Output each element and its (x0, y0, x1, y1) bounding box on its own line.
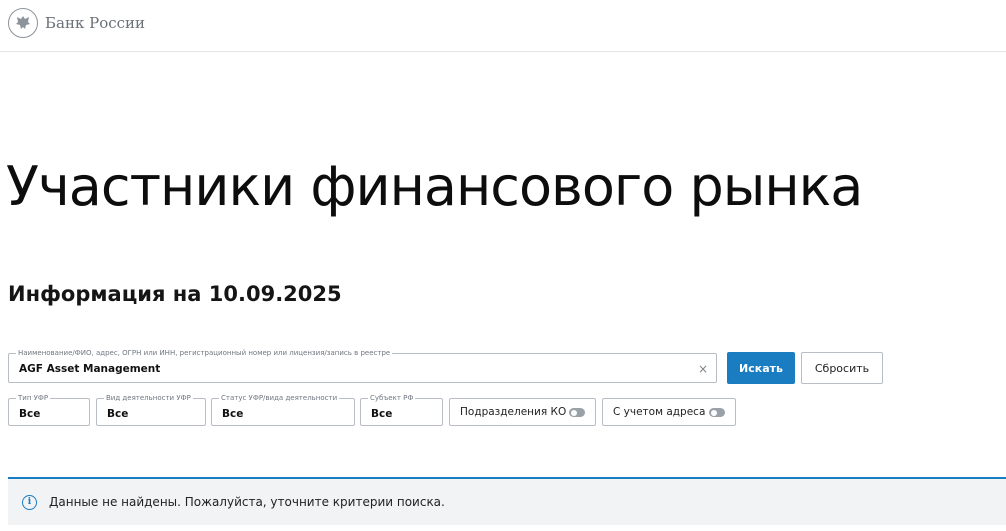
page-title: Участники финансового рынка (6, 155, 863, 218)
filter-label: Субъект РФ (368, 393, 416, 403)
filter-region[interactable]: Субъект РФ Все (360, 393, 443, 426)
filter-ufr-type[interactable]: Тип УФР Все (8, 393, 90, 426)
toggle-knob (570, 409, 577, 416)
toggle-credit-org-branches[interactable]: Подразделения КО (449, 398, 596, 426)
brand-name[interactable]: Банк России (45, 14, 145, 32)
site-header: Банк России (0, 0, 1006, 52)
no-results-notice: i Данные не найдены. Пожалуйста, уточнит… (8, 477, 1006, 525)
reset-button[interactable]: Сбросить (801, 352, 883, 384)
filter-label: Вид деятельности УФР (104, 393, 193, 403)
filter-value: Все (19, 408, 41, 420)
toggle-label: С учетом адреса (613, 406, 706, 418)
filter-activity-type[interactable]: Вид деятельности УФР Все (96, 393, 206, 426)
filter-label: Статус УФР/вида деятельности (219, 393, 340, 403)
search-field[interactable]: Наименование/ФИО, адрес, ОГРН или ИНН, р… (8, 348, 717, 383)
info-icon: i (22, 494, 37, 510)
search-field-legend: Наименование/ФИО, адрес, ОГРН или ИНН, р… (16, 348, 393, 358)
filter-value: Все (371, 408, 393, 420)
filter-status[interactable]: Статус УФР/вида деятельности Все (211, 393, 355, 426)
search-input[interactable]: AGF Asset Management (19, 363, 160, 375)
filter-label: Тип УФР (16, 393, 51, 403)
notice-text: Данные не найдены. Пожалуйста, уточните … (49, 495, 445, 509)
toggle-with-address[interactable]: С учетом адреса (602, 398, 736, 426)
toggle-switch[interactable] (709, 408, 725, 417)
toggle-knob (710, 409, 717, 416)
close-icon[interactable]: × (698, 363, 708, 375)
search-button[interactable]: Искать (727, 352, 795, 384)
toggle-switch[interactable] (569, 408, 585, 417)
filter-value: Все (107, 408, 129, 420)
toggle-label: Подразделения КО (460, 406, 567, 418)
info-date-heading: Информация на 10.09.2025 (8, 282, 342, 306)
eagle-emblem-icon[interactable] (8, 8, 38, 38)
filter-value: Все (222, 408, 244, 420)
